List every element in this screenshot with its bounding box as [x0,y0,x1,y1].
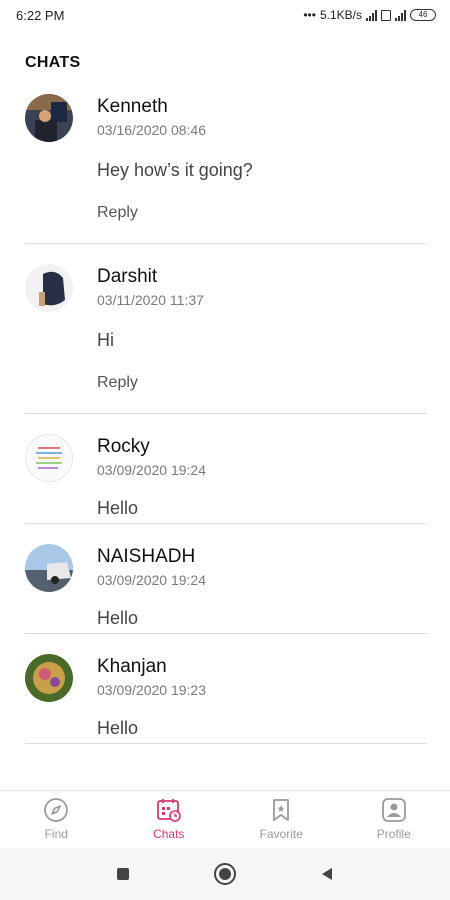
battery-icon: 46 [410,9,436,21]
chat-date: 03/09/2020 19:24 [97,572,206,588]
chat-message: Hello [97,498,139,518]
chat-message: Hello [97,718,139,738]
signal-icon [366,9,377,21]
chat-date: 03/16/2020 08:46 [97,122,206,138]
avatar[interactable] [25,654,73,702]
page-title: CHATS [25,54,81,71]
status-icons: ••• 5.1KB/s 46 [303,8,436,22]
status-time: 6:22 PM [16,7,65,23]
avatar[interactable] [25,544,73,592]
chat-message: Hi [97,330,114,350]
more-dots-icon: ••• [303,8,316,22]
nav-label: Profile [376,827,411,841]
chat-item-darshit[interactable]: Darshit 03/11/2020 11:37 Hi Reply [25,244,427,414]
reply-button[interactable]: Reply [97,374,138,392]
recents-button[interactable] [111,862,135,886]
chat-name: NAISHADH [97,546,196,567]
chat-date: 03/09/2020 19:24 [97,462,206,478]
chat-item-naishadh[interactable]: NAISHADH 03/09/2020 19:24 Hello [25,524,427,634]
chat-name: Khanjan [97,656,167,677]
chat-message: Hello [97,608,139,628]
status-bar: 6:22 PM ••• 5.1KB/s 46 [0,0,450,30]
chat-item-rocky[interactable]: Rocky 03/09/2020 19:24 Hello [25,414,427,524]
bookmark-icon [268,797,294,823]
chat-date: 03/11/2020 11:37 [97,292,204,308]
reply-button[interactable]: Reply [97,204,138,222]
chat-name: Darshit [97,266,158,287]
system-nav [0,848,450,900]
nav-label: Favorite [259,827,303,841]
chat-name: Kenneth [97,96,168,117]
profile-icon [381,797,407,823]
nav-label: Find [44,827,68,841]
avatar[interactable] [25,434,73,482]
compass-icon [43,797,69,823]
home-button[interactable] [213,862,237,886]
signal-icon-2 [395,9,406,21]
chat-date: 03/09/2020 19:23 [97,682,206,698]
avatar[interactable] [25,94,73,142]
nav-find[interactable]: Find [0,791,113,846]
nav-chats[interactable]: Chats [113,791,226,846]
chat-message: Hey how’s it going? [97,160,253,180]
chat-item-kenneth[interactable]: Kenneth 03/16/2020 08:46 Hey how’s it go… [25,90,427,244]
nav-label: Chats [153,827,185,841]
chat-name: Rocky [97,436,150,457]
nav-profile[interactable]: Profile [338,791,450,846]
bottom-nav: Find Chats Favorite Profile [0,790,450,846]
network-speed: 5.1KB/s [319,8,362,22]
chat-list: Kenneth 03/16/2020 08:46 Hey how’s it go… [0,90,450,744]
calendar-clock-icon [156,797,182,823]
chat-item-khanjan[interactable]: Khanjan 03/09/2020 19:23 Hello [25,634,427,744]
back-button[interactable] [315,862,339,886]
avatar[interactable] [25,264,73,312]
nav-favorite[interactable]: Favorite [225,791,338,846]
sim-icon [381,9,391,21]
